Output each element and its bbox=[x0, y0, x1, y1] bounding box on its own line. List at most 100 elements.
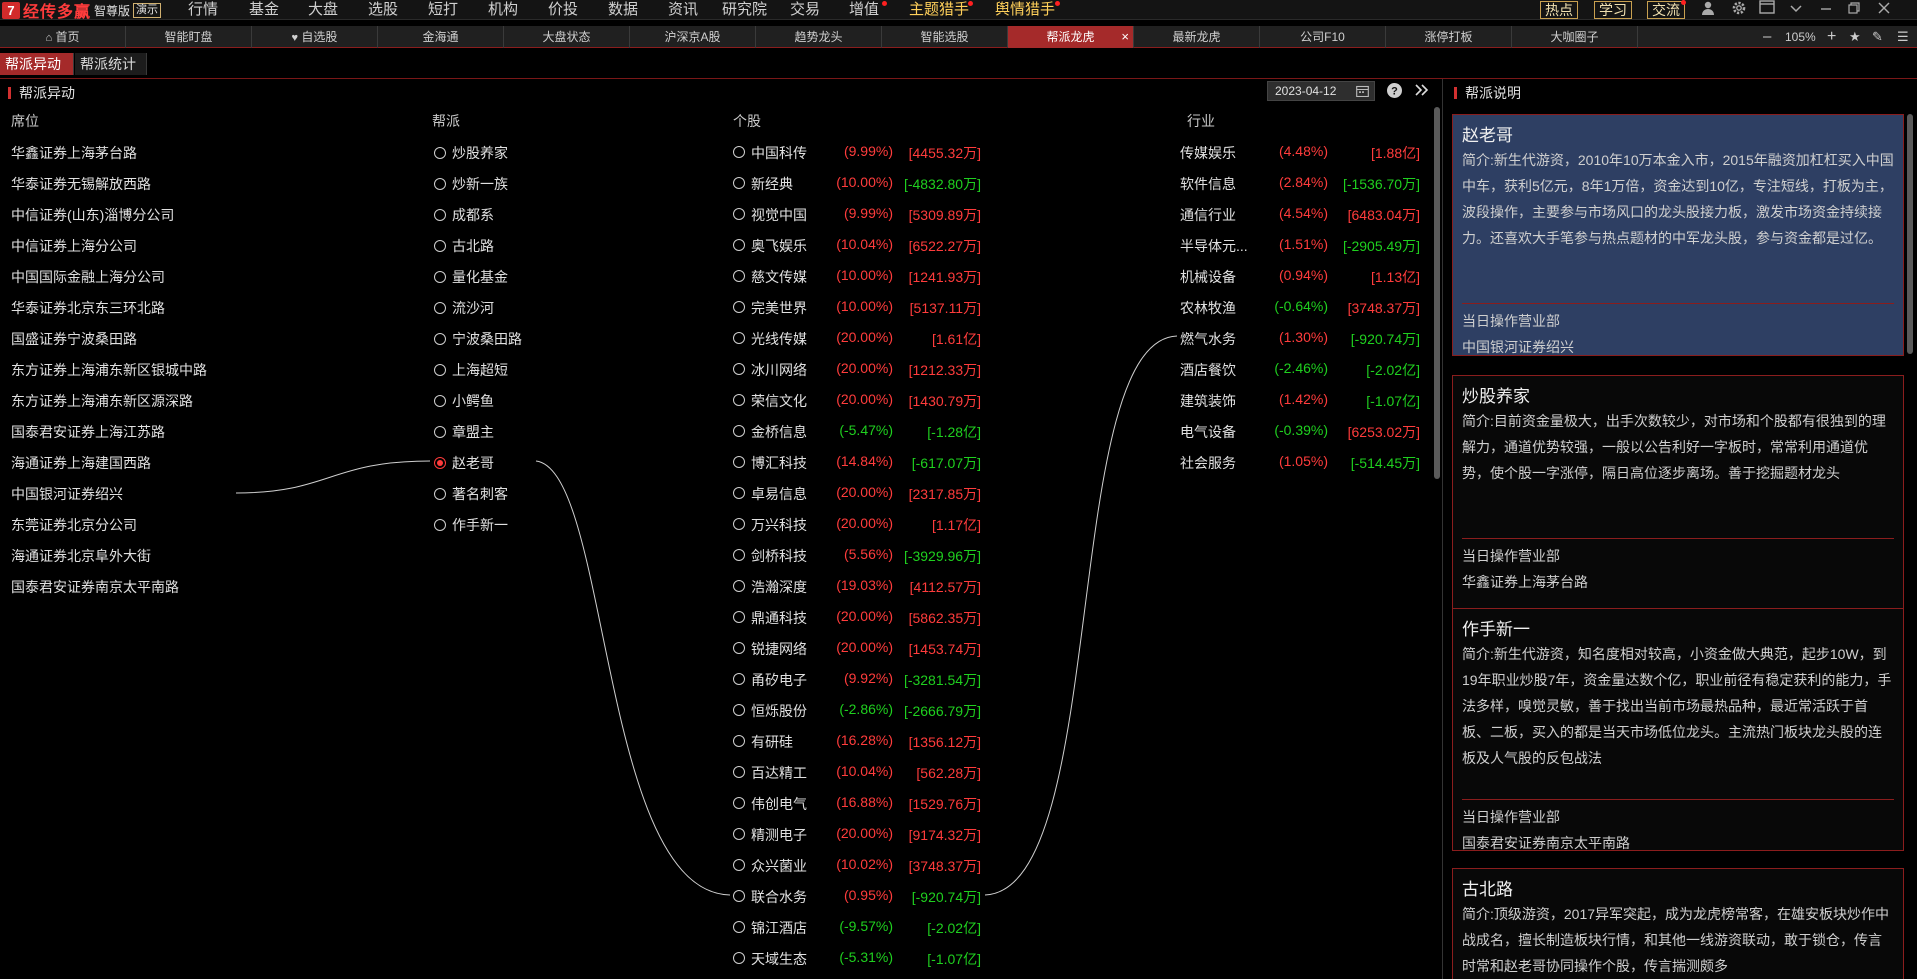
subtab-gang-stats[interactable]: 帮派统计 bbox=[75, 53, 147, 75]
zoom-in-button[interactable]: + bbox=[1827, 26, 1836, 48]
seat-item[interactable]: 海通证券北京阜外大街 bbox=[11, 546, 151, 566]
menu-item-theme-hunter[interactable]: 主题猎手 bbox=[909, 0, 969, 20]
menu-item-news[interactable]: 资讯 bbox=[668, 0, 698, 20]
stock-row[interactable]: 剑桥科技 (5.56%) [-3929.96万] bbox=[733, 546, 983, 566]
gang-card[interactable]: 古北路 简介:顶级游资，2017异军突起，成为龙虎榜常客，在雄安板块炒作中战成名… bbox=[1452, 868, 1904, 979]
industry-row[interactable]: 社会服务 (1.05%) [-514.45万] bbox=[1180, 453, 1422, 473]
stock-row[interactable]: 新经典 (10.00%) [-4832.80万] bbox=[733, 174, 983, 194]
stock-row[interactable]: 鼎通科技 (20.00%) [5862.35万] bbox=[733, 608, 983, 628]
gang-option[interactable]: 炒股养家 bbox=[434, 143, 508, 163]
radio-button[interactable] bbox=[434, 488, 446, 500]
menu-item-screener[interactable]: 选股 bbox=[368, 0, 398, 20]
seat-item[interactable]: 海通证券上海建国西路 bbox=[11, 453, 151, 473]
edit-icon[interactable]: ✎ bbox=[1872, 26, 1883, 48]
tab-watchlist[interactable]: ♥ 自选股 bbox=[252, 26, 378, 48]
radio-button-selected[interactable] bbox=[434, 457, 446, 469]
menu-item-value-added[interactable]: 增值 bbox=[849, 0, 879, 20]
radio-button[interactable] bbox=[434, 240, 446, 252]
gang-option[interactable]: 炒新一族 bbox=[434, 174, 508, 194]
stock-row[interactable]: 百达精工 (10.04%) [562.28万] bbox=[733, 763, 983, 783]
tab-jinhaitong[interactable]: 金海通 bbox=[378, 26, 504, 48]
stock-row[interactable]: 万兴科技 (20.00%) [1.17亿] bbox=[733, 515, 983, 535]
tab-home[interactable]: ⌂ 首页 bbox=[0, 26, 126, 48]
stock-row[interactable]: 视觉中国 (9.99%) [5309.89万] bbox=[733, 205, 983, 225]
star-icon[interactable]: ★ bbox=[1849, 26, 1861, 48]
scrollbar[interactable] bbox=[1907, 114, 1913, 354]
collapse-panel-icon[interactable] bbox=[1414, 83, 1430, 100]
stock-row[interactable]: 锐捷网络 (20.00%) [1453.74万] bbox=[733, 639, 983, 659]
seat-item[interactable]: 中国国际金融上海分公司 bbox=[11, 267, 165, 287]
seat-item[interactable]: 东方证券上海浦东新区源深路 bbox=[11, 391, 193, 411]
radio-button[interactable] bbox=[434, 395, 446, 407]
gang-option[interactable]: 流沙河 bbox=[434, 298, 494, 318]
menu-item-value[interactable]: 价投 bbox=[548, 0, 578, 20]
tab-limit-up[interactable]: 涨停打板 bbox=[1386, 26, 1512, 48]
stock-row[interactable]: 恒烁股份 (-2.86%) [-2666.79万] bbox=[733, 701, 983, 721]
seat-item[interactable]: 东莞证券北京分公司 bbox=[11, 515, 137, 535]
industry-row[interactable]: 通信行业 (4.54%) [6483.04万] bbox=[1180, 205, 1422, 225]
stock-row[interactable]: 精测电子 (20.00%) [9174.32万] bbox=[733, 825, 983, 845]
subtab-gang-activity[interactable]: 帮派异动 bbox=[0, 53, 74, 75]
stock-row[interactable]: 卓易信息 (20.00%) [2317.85万] bbox=[733, 484, 983, 504]
industry-row[interactable]: 半导体元... (1.51%) [-2905.49万] bbox=[1180, 236, 1422, 256]
stock-row[interactable]: 天域生态 (-5.31%) [-1.07亿] bbox=[733, 949, 983, 969]
gang-option[interactable]: 成都系 bbox=[434, 205, 494, 225]
tab-f10[interactable]: 公司F10 bbox=[1260, 26, 1386, 48]
gang-card-selected[interactable]: 赵老哥 简介:新生代游资，2010年10万本金入市，2015年融资加杠杠买入中国… bbox=[1452, 114, 1904, 356]
community-button[interactable]: 交流 bbox=[1647, 1, 1685, 19]
radio-button[interactable] bbox=[434, 147, 446, 159]
radio-button[interactable] bbox=[434, 271, 446, 283]
chevron-down-icon[interactable] bbox=[1785, 0, 1807, 20]
menu-item-trade[interactable]: 交易 bbox=[790, 0, 820, 20]
seat-item[interactable]: 中信证券上海分公司 bbox=[11, 236, 137, 256]
menu-item-sentiment-hunter[interactable]: 舆情猎手 bbox=[995, 0, 1055, 20]
menu-item-research[interactable]: 研究院 bbox=[722, 0, 767, 20]
menu-item-market[interactable]: 大盘 bbox=[308, 0, 338, 20]
stock-row[interactable]: 博汇科技 (14.84%) [-617.07万] bbox=[733, 453, 983, 473]
menu-item-fund[interactable]: 基金 bbox=[249, 0, 279, 20]
stock-row[interactable]: 奥飞娱乐 (10.04%) [6522.27万] bbox=[733, 236, 983, 256]
gang-option[interactable]: 上海超短 bbox=[434, 360, 508, 380]
radio-button[interactable] bbox=[434, 302, 446, 314]
industry-row[interactable]: 软件信息 (2.84%) [-1536.70万] bbox=[1180, 174, 1422, 194]
industry-row[interactable]: 酒店餐饮 (-2.46%) [-2.02亿] bbox=[1180, 360, 1422, 380]
tab-expert-circle[interactable]: 大咖圈子 bbox=[1512, 26, 1638, 48]
tab-gang-dragon-tiger[interactable]: 帮派龙虎 × bbox=[1008, 26, 1134, 48]
industry-row[interactable]: 传媒娱乐 (4.48%) [1.88亿] bbox=[1180, 143, 1422, 163]
stock-row[interactable]: 联合水务 (0.95%) [-920.74万] bbox=[733, 887, 983, 907]
tab-latest-dragon-tiger[interactable]: 最新龙虎 bbox=[1134, 26, 1260, 48]
gang-option[interactable]: 作手新一 bbox=[434, 515, 508, 535]
tab-smart-watch[interactable]: 智能盯盘 bbox=[126, 26, 252, 48]
gang-option[interactable]: 量化基金 bbox=[434, 267, 508, 287]
seat-item[interactable]: 国泰君安证券南京太平南路 bbox=[11, 577, 179, 597]
stock-row[interactable]: 浩瀚深度 (19.03%) [4112.57万] bbox=[733, 577, 983, 597]
gang-option-selected[interactable]: 赵老哥 bbox=[434, 453, 494, 473]
tab-a-shares[interactable]: 沪深京A股 bbox=[630, 26, 756, 48]
industry-row[interactable]: 机械设备 (0.94%) [1.13亿] bbox=[1180, 267, 1422, 287]
gang-option[interactable]: 著名刺客 bbox=[434, 484, 508, 504]
tab-smart-screener[interactable]: 智能选股 bbox=[882, 26, 1008, 48]
close-icon[interactable] bbox=[1873, 0, 1895, 20]
seat-item[interactable]: 国泰君安证券上海江苏路 bbox=[11, 422, 165, 442]
menu-item-short-term[interactable]: 短打 bbox=[428, 0, 458, 20]
seat-item[interactable]: 国盛证券宁波桑田路 bbox=[11, 329, 137, 349]
radio-button[interactable] bbox=[434, 209, 446, 221]
industry-row[interactable]: 燃气水务 (1.30%) [-920.74万] bbox=[1180, 329, 1422, 349]
seat-item[interactable]: 中信证券(山东)淄博分公司 bbox=[11, 205, 174, 225]
tab-market-status[interactable]: 大盘状态 bbox=[504, 26, 630, 48]
restore-icon[interactable] bbox=[1843, 0, 1865, 20]
stock-row[interactable]: 锦江酒店 (-9.57%) [-2.02亿] bbox=[733, 918, 983, 938]
seat-item[interactable]: 华泰证券无锡解放西路 bbox=[11, 174, 151, 194]
seat-item[interactable]: 东方证券上海浦东新区银城中路 bbox=[11, 360, 207, 380]
scrollbar[interactable] bbox=[1434, 107, 1440, 479]
industry-row[interactable]: 建筑装饰 (1.42%) [-1.07亿] bbox=[1180, 391, 1422, 411]
gang-card[interactable]: 作手新一 简介:新生代游资，知名度相对较高，小资金做大典范，起步10W，到19年… bbox=[1452, 608, 1904, 851]
radio-button[interactable] bbox=[434, 333, 446, 345]
demo-badge[interactable]: 演示 bbox=[133, 2, 162, 18]
industry-row[interactable]: 农林牧渔 (-0.64%) [3748.37万] bbox=[1180, 298, 1422, 318]
stock-row[interactable]: 有研硅 (16.28%) [1356.12万] bbox=[733, 732, 983, 752]
gang-option[interactable]: 小鳄鱼 bbox=[434, 391, 494, 411]
radio-button[interactable] bbox=[434, 519, 446, 531]
seat-item[interactable]: 中国银河证券绍兴 bbox=[11, 484, 123, 504]
minimize-icon[interactable] bbox=[1815, 0, 1837, 20]
